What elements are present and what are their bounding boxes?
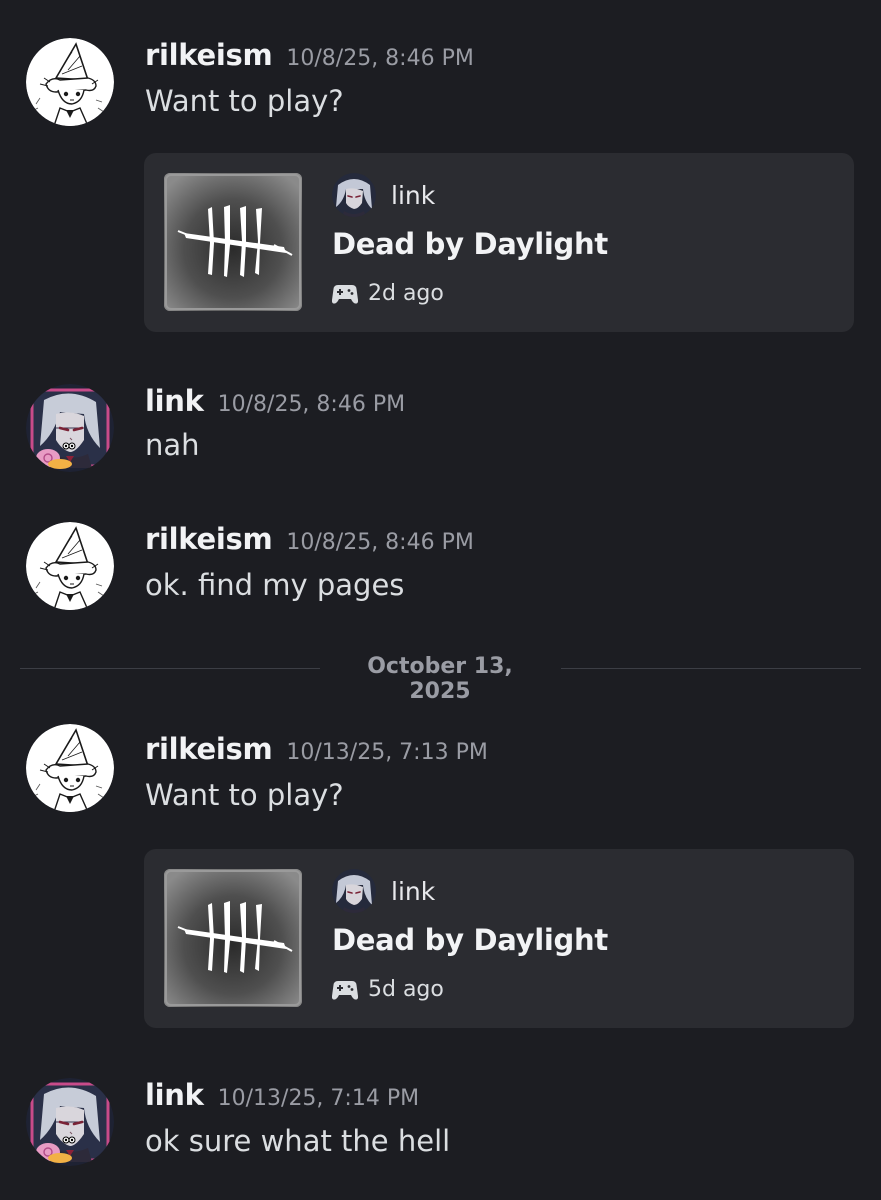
message-text: nah — [145, 428, 200, 462]
date-divider: October 13, 2025 — [20, 652, 861, 704]
card-user: link — [332, 173, 435, 217]
card-meta-text: 5d ago — [368, 977, 444, 1002]
gamepad-icon — [332, 284, 358, 304]
message-text: ok sure what the hell — [145, 1124, 451, 1158]
username[interactable]: link — [145, 384, 204, 418]
card-user: link — [332, 869, 435, 913]
user-avatar[interactable] — [26, 1078, 114, 1166]
message-header: rilkeism 10/8/25, 8:46 PM — [145, 522, 474, 556]
card-user-name[interactable]: link — [391, 877, 435, 906]
anime-girl-avatar-icon — [26, 1078, 114, 1166]
gnome-hat-avatar-icon — [26, 724, 114, 812]
divider-line — [561, 668, 861, 669]
card-meta: 2d ago — [332, 281, 444, 306]
card-game-title: Dead by Daylight — [332, 227, 608, 261]
anime-girl-avatar-icon — [26, 384, 114, 472]
message-text: ok. find my pages — [145, 568, 405, 602]
user-avatar[interactable] — [26, 384, 114, 472]
message-text: Want to play? — [145, 778, 344, 812]
card-user-avatar[interactable] — [332, 173, 376, 217]
message-header: rilkeism 10/13/25, 7:13 PM — [145, 732, 488, 766]
user-avatar[interactable] — [26, 522, 114, 610]
username[interactable]: rilkeism — [145, 732, 273, 766]
timestamp: 10/8/25, 8:46 PM — [286, 530, 474, 555]
message-text: Want to play? — [145, 84, 344, 118]
username[interactable]: link — [145, 1078, 204, 1112]
card-game-title: Dead by Daylight — [332, 923, 608, 957]
gnome-hat-avatar-icon — [26, 522, 114, 610]
gamepad-icon — [332, 980, 358, 1000]
activity-card[interactable]: link Dead by Daylight 5d ago — [144, 849, 854, 1028]
game-thumbnail — [164, 173, 302, 311]
user-avatar[interactable] — [26, 724, 114, 812]
card-user-avatar[interactable] — [332, 869, 376, 913]
activity-card[interactable]: link Dead by Daylight 2d ago — [144, 153, 854, 332]
timestamp: 10/13/25, 7:13 PM — [286, 740, 488, 765]
card-meta: 5d ago — [332, 977, 444, 1002]
username[interactable]: rilkeism — [145, 38, 273, 72]
anime-girl-avatar-icon — [332, 869, 376, 913]
username[interactable]: rilkeism — [145, 522, 273, 556]
message-header: link 10/8/25, 8:46 PM — [145, 384, 405, 418]
card-meta-text: 2d ago — [368, 281, 444, 306]
anime-girl-avatar-icon — [332, 173, 376, 217]
gnome-hat-avatar-icon — [26, 38, 114, 126]
game-thumbnail — [164, 869, 302, 1007]
timestamp: 10/8/25, 8:46 PM — [217, 392, 406, 417]
divider-date: October 13, 2025 — [367, 654, 513, 704]
user-avatar[interactable] — [26, 38, 114, 126]
dead-by-daylight-logo-icon — [164, 173, 302, 311]
dead-by-daylight-logo-icon — [164, 869, 302, 1007]
message-header: rilkeism 10/8/25, 8:46 PM — [145, 38, 474, 72]
timestamp: 10/13/25, 7:14 PM — [217, 1086, 420, 1111]
card-user-name[interactable]: link — [391, 181, 435, 210]
timestamp: 10/8/25, 8:46 PM — [286, 46, 474, 71]
message-header: link 10/13/25, 7:14 PM — [145, 1078, 419, 1112]
divider-line — [20, 668, 320, 669]
